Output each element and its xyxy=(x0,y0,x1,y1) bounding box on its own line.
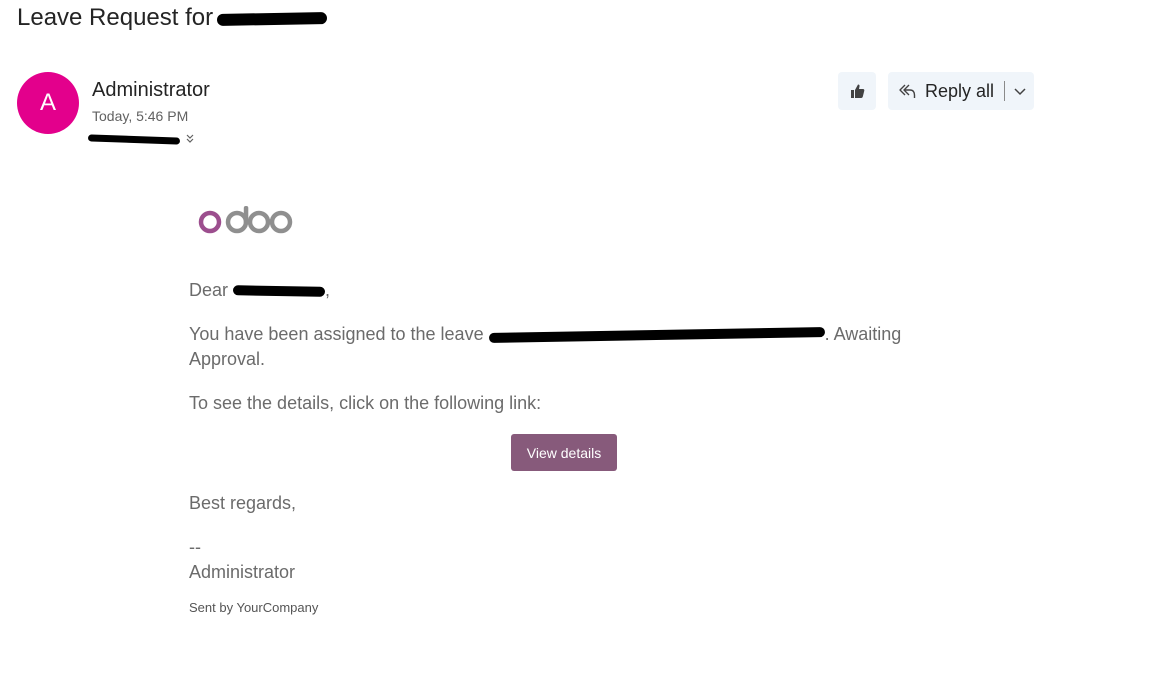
sent-by-text: Sent by YourCompany xyxy=(189,600,319,615)
email-subject: Leave Request for xyxy=(17,4,328,32)
reply-options-button[interactable] xyxy=(1005,72,1034,110)
details-text: To see the details, click on the followi… xyxy=(189,393,542,413)
redacted-leave-name xyxy=(488,327,825,344)
thumbs-up-icon xyxy=(851,84,865,98)
assigned-line-2: Approval. xyxy=(189,349,266,369)
assigned-suffix: . Awaiting xyxy=(824,324,902,344)
redacted-name xyxy=(232,285,326,298)
regards-text: Best regards, xyxy=(189,493,297,513)
reply-all-group: Reply all xyxy=(888,72,1034,110)
reply-all-icon xyxy=(899,84,916,98)
recipients-line[interactable] xyxy=(87,131,196,147)
redacted-recipient xyxy=(217,11,328,26)
sent-time: Today, 5:46 PM xyxy=(92,108,189,124)
reply-all-label: Reply all xyxy=(925,80,995,101)
signature-name: Administrator xyxy=(189,562,296,582)
signature-separator: -- xyxy=(189,537,201,557)
greeting-suffix: , xyxy=(325,280,331,300)
email-reading-pane: Leave Request for A Administrator Today,… xyxy=(0,0,1152,688)
greeting-prefix: Dear xyxy=(189,280,229,300)
avatar-initial: A xyxy=(39,89,56,116)
react-button[interactable] xyxy=(838,72,876,110)
assigned-prefix: You have been assigned to the leave xyxy=(189,324,484,344)
subject-text: Leave Request for xyxy=(17,4,214,31)
reply-all-button[interactable]: Reply all xyxy=(888,72,1004,110)
redacted-recipients xyxy=(87,133,181,145)
greeting-line: Dear , xyxy=(189,278,330,303)
sender-name[interactable]: Administrator xyxy=(92,79,210,102)
chevron-down-icon xyxy=(1013,88,1026,96)
double-chevron-down-icon[interactable] xyxy=(184,133,196,145)
odoo-logo xyxy=(198,206,293,234)
view-details-button[interactable]: View details xyxy=(511,434,617,471)
sender-avatar[interactable]: A xyxy=(17,72,79,134)
assigned-line: You have been assigned to the leave . Aw… xyxy=(189,322,901,347)
